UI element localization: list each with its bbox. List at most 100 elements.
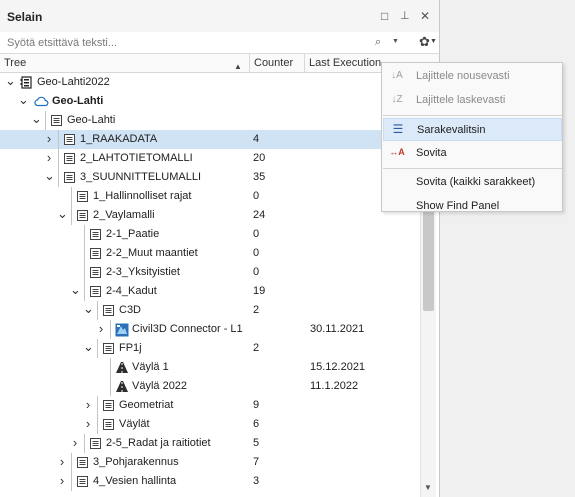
tree-row-2-vaylamalli[interactable]: ⌄ 2_Vaylamalli 24 bbox=[0, 206, 420, 225]
menu-item-sovita-kaikki-sarakkeet[interactable]: Sovita (kaikki sarakkeet) bbox=[383, 171, 562, 194]
settings-chevron-down-icon[interactable]: ▼ bbox=[430, 38, 437, 45]
tree-row-2-4-kadut[interactable]: ⌄ 2-4_Kadut 19 bbox=[0, 282, 420, 301]
list-icon bbox=[102, 342, 115, 355]
close-icon[interactable]: ✕ bbox=[420, 9, 430, 23]
list-icon bbox=[102, 304, 115, 317]
tree-node-label: Geo-Lahti bbox=[67, 114, 116, 126]
tree-guide-line bbox=[97, 396, 98, 415]
road-icon bbox=[115, 361, 128, 374]
tree-node-label: 2-4_Kadut bbox=[106, 285, 157, 297]
expand-chevron-icon[interactable]: › bbox=[44, 131, 54, 146]
restore-icon[interactable]: □ bbox=[381, 9, 388, 23]
collapse-chevron-icon[interactable]: ⌄ bbox=[57, 206, 68, 222]
expand-chevron-icon[interactable]: › bbox=[57, 473, 67, 488]
expand-chevron-icon[interactable]: › bbox=[57, 454, 67, 469]
list-icon bbox=[89, 437, 102, 450]
tree-node-label: Väylä 2022 bbox=[132, 380, 188, 392]
expand-chevron-icon[interactable]: › bbox=[83, 397, 93, 412]
column-header-tree[interactable]: Tree ▲ bbox=[0, 54, 250, 73]
tree-guide-line bbox=[58, 130, 59, 149]
counter-cell: 7 bbox=[253, 456, 260, 468]
collapse-chevron-icon[interactable]: ⌄ bbox=[83, 339, 94, 355]
collapse-chevron-icon[interactable]: ⌄ bbox=[83, 301, 94, 317]
sort-descending-icon: ↓Z bbox=[391, 94, 403, 105]
search-input[interactable] bbox=[3, 34, 401, 52]
tree-row-2-1-paatie[interactable]: 2-1_Paatie 0 bbox=[0, 225, 420, 244]
menu-item-sarakevalitsin[interactable]: ☰ Sarakevalitsin bbox=[383, 118, 562, 141]
search-icon[interactable]: ⌕ bbox=[375, 36, 381, 49]
last-execution-cell: 30.11.2021 bbox=[310, 323, 365, 335]
counter-cell: 0 bbox=[253, 190, 260, 202]
tree-list: ⌄ Geo-Lahti2022 ⌄ Geo-Lahti ⌄ Geo-Lahti › 1_RAA… bbox=[0, 73, 420, 497]
tree-guide-line bbox=[58, 149, 59, 168]
tree-row-fp1j[interactable]: ⌄ FP1j 2 bbox=[0, 339, 420, 358]
tree-row-geo-lahti[interactable]: ⌄ Geo-Lahti bbox=[0, 92, 420, 111]
column-context-menu: ↓A Lajittele nousevasti ↓Z Lajittele laskev… bbox=[381, 62, 563, 212]
tree-row-3-suunnittelumalli[interactable]: ⌄ 3_SUUNNITTELUMALLI 35 bbox=[0, 168, 420, 187]
tree-row-geometriat[interactable]: › Geometriat 9 bbox=[0, 396, 420, 415]
tree-node-label: Geo-Lahti2022 bbox=[37, 76, 110, 88]
tree-row-2-2-muut-maantiet[interactable]: 2-2_Muut maantiet 0 bbox=[0, 244, 420, 263]
menu-item-show-find-panel[interactable]: Show Find Panel bbox=[383, 195, 562, 218]
list-icon bbox=[89, 285, 102, 298]
menu-item-sovita[interactable]: ↔A Sovita bbox=[383, 142, 562, 165]
counter-cell: 2 bbox=[253, 304, 260, 316]
tree-row-väylät[interactable]: › Väylät 6 bbox=[0, 415, 420, 434]
tree-row-2-5-radat-ja-raitiotiet[interactable]: › 2-5_Radat ja raitiotiet 5 bbox=[0, 434, 420, 453]
counter-cell: 35 bbox=[253, 171, 266, 183]
tree-guide-line bbox=[84, 282, 85, 301]
tree-node-label: C3D bbox=[119, 304, 142, 316]
tree-row-4-vesien-hallinta[interactable]: › 4_Vesien hallinta 3 bbox=[0, 472, 420, 491]
collapse-chevron-icon[interactable]: ⌄ bbox=[70, 282, 81, 298]
list-icon bbox=[76, 475, 89, 488]
tree-node-label: Väylä 1 bbox=[132, 361, 169, 373]
menu-item-label: Lajittele laskevasti bbox=[416, 94, 506, 106]
menu-item-lajittele-nousevasti[interactable]: ↓A Lajittele nousevasti bbox=[383, 65, 562, 88]
collapse-chevron-icon[interactable]: ⌄ bbox=[5, 73, 16, 89]
tree-row-1-hallinnolliset-rajat[interactable]: 1_Hallinnolliset rajat 0 bbox=[0, 187, 420, 206]
counter-cell: 5 bbox=[253, 437, 260, 449]
list-icon bbox=[63, 152, 76, 165]
list-icon bbox=[76, 209, 89, 222]
tree-node-label: Geometriat bbox=[119, 399, 174, 411]
search-options-chevron-down-icon[interactable]: ▼ bbox=[392, 38, 399, 45]
tree-row-geo-lahti[interactable]: ⌄ Geo-Lahti bbox=[0, 111, 420, 130]
tree-node-label: 2-3_Yksityistiet bbox=[106, 266, 180, 278]
list-icon bbox=[89, 247, 102, 260]
tree-row-geo-lahti2022[interactable]: ⌄ Geo-Lahti2022 bbox=[0, 73, 420, 92]
tree-row-väylä-1[interactable]: Väylä 1 15.12.2021 bbox=[0, 358, 420, 377]
pin-icon[interactable]: ⊥ bbox=[400, 9, 410, 22]
counter-cell: 2 bbox=[253, 342, 260, 354]
list-icon bbox=[76, 190, 89, 203]
expand-chevron-icon[interactable]: › bbox=[70, 435, 80, 450]
list-icon bbox=[102, 399, 115, 412]
last-execution-cell: 15.12.2021 bbox=[310, 361, 366, 373]
list-icon bbox=[89, 228, 102, 241]
tree-row-c3d[interactable]: ⌄ C3D 2 bbox=[0, 301, 420, 320]
cloud-icon bbox=[33, 95, 49, 108]
counter-cell: 3 bbox=[253, 475, 260, 487]
expand-chevron-icon[interactable]: › bbox=[96, 321, 106, 336]
counter-cell: 0 bbox=[253, 228, 260, 240]
tree-row-2-lahtotietomalli[interactable]: › 2_LAHTOTIETOMALLI 20 bbox=[0, 149, 420, 168]
counter-cell: 20 bbox=[253, 152, 266, 164]
column-header: Tree ▲ Counter Last Execution bbox=[0, 54, 439, 73]
counter-cell: 4 bbox=[253, 133, 260, 145]
tree-row-väylä-2022[interactable]: Väylä 2022 11.1.2022 bbox=[0, 377, 420, 396]
collapse-chevron-icon[interactable]: ⌄ bbox=[31, 111, 42, 127]
tree-row-civil3d-connector-l1[interactable]: › Civil3D Connector - L1 30.11.2021 bbox=[0, 320, 420, 339]
collapse-chevron-icon[interactable]: ⌄ bbox=[18, 92, 29, 108]
tree-row-3-pohjarakennus[interactable]: › 3_Pohjarakennus 7 bbox=[0, 453, 420, 472]
scroll-down-arrow-icon[interactable]: ▼ bbox=[424, 483, 432, 492]
settings-gear-icon[interactable]: ✿ bbox=[419, 34, 430, 50]
expand-chevron-icon[interactable]: › bbox=[83, 416, 93, 431]
column-header-counter[interactable]: Counter bbox=[250, 54, 305, 73]
counter-cell: 0 bbox=[253, 266, 260, 278]
expand-chevron-icon[interactable]: › bbox=[44, 150, 54, 165]
tree-row-2-3-yksityistiet[interactable]: 2-3_Yksityistiet 0 bbox=[0, 263, 420, 282]
collapse-chevron-icon[interactable]: ⌄ bbox=[44, 168, 55, 184]
menu-item-lajittele-laskevasti[interactable]: ↓Z Lajittele laskevasti bbox=[383, 89, 562, 112]
tree-node-label: 1_Hallinnolliset rajat bbox=[93, 190, 192, 202]
tree-row-1-raakadata[interactable]: › 1_RAAKADATA 4 bbox=[0, 130, 420, 149]
tree-guide-line bbox=[84, 225, 85, 244]
